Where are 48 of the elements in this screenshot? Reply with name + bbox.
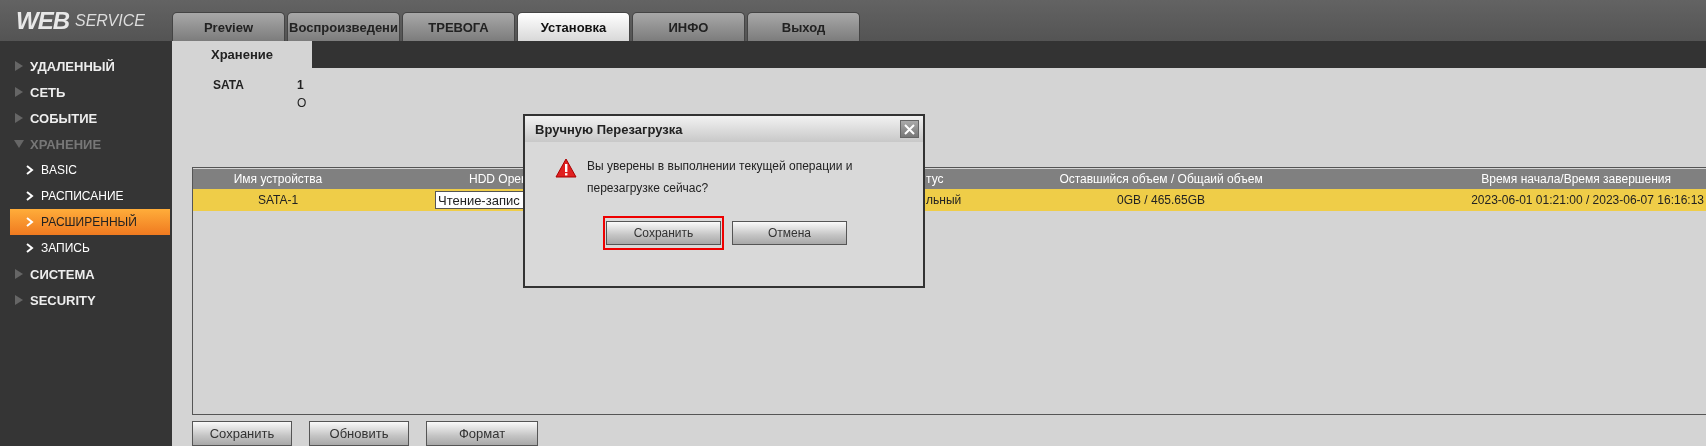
nav-tab[interactable]: Установка (517, 12, 630, 41)
right-triangle-icon (14, 295, 24, 305)
down-triangle-icon (14, 139, 24, 149)
dialog-title: Вручную Перезагрузка (535, 121, 683, 137)
sidebar-subitem[interactable]: ЗАПИСЬ (10, 235, 170, 261)
sidebar-subitem[interactable]: РАСПИСАНИЕ (10, 183, 170, 209)
table-cell-text: льный (926, 193, 963, 207)
nav-tab[interactable]: Воспроизведени (287, 12, 400, 41)
chevron-icon (26, 243, 34, 253)
sidebar-item[interactable]: СИСТЕМА (0, 261, 172, 287)
dialog-button[interactable]: Отмена (732, 221, 847, 245)
chevron-icon (26, 217, 34, 227)
disk-label: SATA (213, 78, 245, 92)
sidebar-item[interactable]: СОБЫТИЕ (0, 105, 172, 131)
sidebar-subitem[interactable]: BASIC (10, 157, 170, 183)
table-cell-text: 2023-06-01 01:21:00 / 2023-06-07 16:16:13 (1470, 193, 1705, 207)
action-button[interactable]: Формат (426, 421, 538, 446)
sidebar-item[interactable]: УДАЛЕННЫЙ (0, 53, 172, 79)
chevron-icon (26, 191, 34, 201)
table-cell-text: SATA-1 (256, 193, 300, 207)
sidebar-subitem[interactable]: РАСШИРЕННЫЙ (10, 209, 170, 235)
column-header: HDD Oper (468, 172, 524, 186)
column-header: Оставшийся объем / Общаий объем (1058, 172, 1264, 186)
sub-tab[interactable]: Хранение (172, 41, 312, 68)
right-triangle-icon (14, 87, 24, 97)
nav-tab[interactable]: ТРЕВОГА (402, 12, 515, 41)
nav-tab[interactable]: Выход (747, 12, 860, 41)
right-triangle-icon (14, 113, 24, 123)
right-triangle-icon (14, 61, 24, 71)
action-button[interactable]: Сохранить (192, 421, 292, 446)
column-header: Имя устройства (232, 172, 324, 186)
close-icon (904, 123, 915, 135)
warning-icon (555, 158, 577, 178)
right-triangle-icon (14, 269, 24, 279)
nav-tab[interactable]: ИНФО (632, 12, 745, 41)
chevron-icon (26, 165, 34, 175)
sidebar-item[interactable]: СЕТЬ (0, 79, 172, 105)
logo: WEB SERVICE (15, 5, 146, 36)
disk-value: O (297, 96, 308, 110)
nav-tab[interactable]: Preview (172, 12, 285, 41)
action-button[interactable]: Обновить (309, 421, 409, 446)
column-header: Время начала/Время завершения (1480, 172, 1672, 186)
close-button[interactable] (900, 120, 919, 138)
column-header: тус (926, 172, 945, 186)
disk-value: 1 (297, 78, 305, 92)
table-cell-text: 0GB / 465.65GB (1115, 193, 1207, 207)
sidebar-item[interactable]: SECURITY (0, 287, 172, 313)
dialog-button[interactable]: Сохранить (606, 221, 721, 245)
